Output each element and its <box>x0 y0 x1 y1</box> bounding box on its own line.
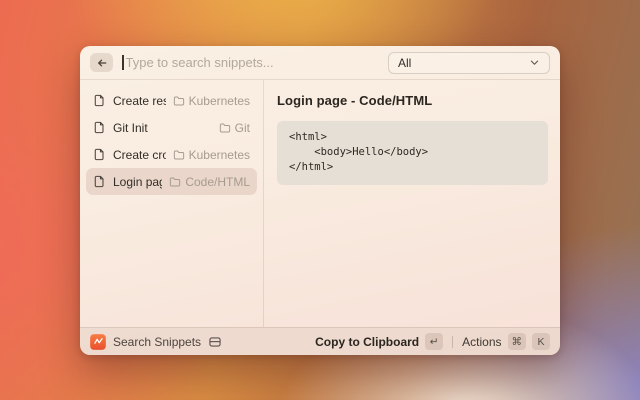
snippet-list-item[interactable]: Login page Code/HTML <box>86 168 257 195</box>
detail-title: Login page - Code/HTML <box>277 93 548 108</box>
snippet-list-item[interactable]: Git Init Git <box>86 114 257 141</box>
category-filter-dropdown[interactable]: All <box>388 52 550 74</box>
folder-icon <box>173 149 185 161</box>
action-bar: Search Snippets Copy to Clipboard ↵ Acti… <box>80 327 560 355</box>
snippet-title: Create cronjob <box>113 148 166 162</box>
snippet-category-label: Code/HTML <box>185 175 250 189</box>
actions-menu-button[interactable]: Actions ⌘ K <box>462 333 550 350</box>
snippet-list-item[interactable]: Create cronjob Kubernetes <box>86 141 257 168</box>
document-icon <box>93 148 106 161</box>
snippet-category-label: Git <box>235 121 250 135</box>
document-icon <box>93 175 106 188</box>
snippet-title: Login page <box>113 175 162 189</box>
search-input[interactable] <box>124 55 389 70</box>
snippet-category: Git <box>219 121 250 135</box>
squiggle-icon <box>93 336 104 347</box>
app-icon <box>90 334 106 350</box>
snippet-category: Code/HTML <box>169 175 250 189</box>
search-snippets-window: All Create resource(s) Kubernetes Git In… <box>80 46 560 355</box>
folder-icon <box>169 176 181 188</box>
footer-divider <box>452 336 453 348</box>
folder-icon <box>173 95 185 107</box>
window-body: Create resource(s) Kubernetes Git Init G… <box>80 80 560 327</box>
k-key-badge: K <box>532 333 550 350</box>
snippet-category-label: Kubernetes <box>189 94 250 108</box>
copy-to-clipboard-action[interactable]: Copy to Clipboard ↵ <box>315 333 443 350</box>
detail-pane: Login page - Code/HTML <html> <body>Hell… <box>264 80 560 327</box>
document-icon <box>93 94 106 107</box>
snippet-category-label: Kubernetes <box>189 148 250 162</box>
snippet-category: Kubernetes <box>173 94 250 108</box>
snippet-icon <box>208 335 222 349</box>
search-bar: All <box>80 46 560 80</box>
snippet-list: Create resource(s) Kubernetes Git Init G… <box>80 80 263 327</box>
command-name: Search Snippets <box>113 335 201 349</box>
snippet-title: Git Init <box>113 121 148 135</box>
code-snippet: <html> <body>Hello</body> </html> <box>277 121 548 185</box>
copy-to-clipboard-label: Copy to Clipboard <box>315 335 419 349</box>
filter-selected-value: All <box>398 56 411 70</box>
document-icon <box>93 121 106 134</box>
snippet-title: Create resource(s) <box>113 94 166 108</box>
chevron-down-icon <box>529 57 540 68</box>
actions-label: Actions <box>462 335 501 349</box>
folder-icon <box>219 122 231 134</box>
cmd-key-badge: ⌘ <box>508 333 527 350</box>
desktop-background: All Create resource(s) Kubernetes Git In… <box>0 0 640 400</box>
snippet-category: Kubernetes <box>173 148 250 162</box>
enter-key-badge: ↵ <box>425 333 443 350</box>
back-arrow-icon <box>96 57 108 69</box>
snippet-list-item[interactable]: Create resource(s) Kubernetes <box>86 87 257 114</box>
back-button[interactable] <box>90 53 113 72</box>
